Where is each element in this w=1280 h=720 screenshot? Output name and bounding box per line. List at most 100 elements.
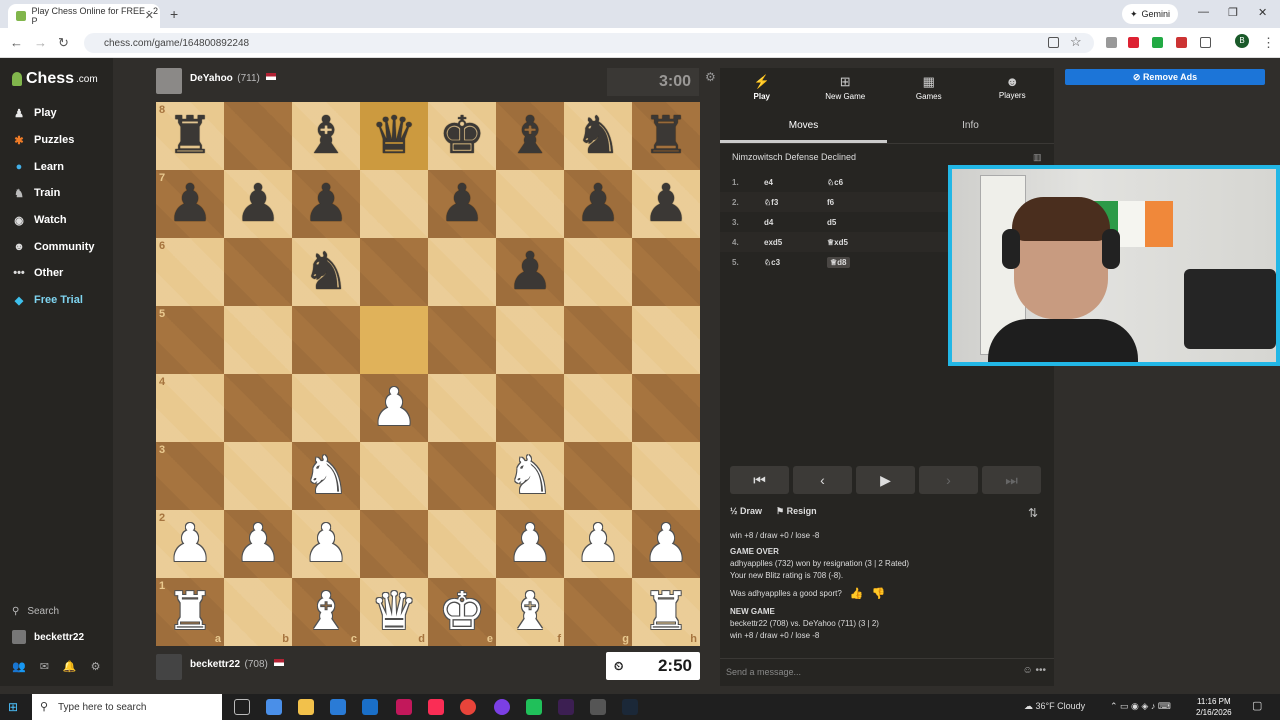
draw-button[interactable]: ½ Draw xyxy=(730,506,762,517)
white-move[interactable]: ♘f3 xyxy=(764,198,827,207)
app-icon[interactable] xyxy=(590,699,606,715)
square-a7[interactable]: 7 ♟ xyxy=(156,170,224,238)
square-f5[interactable] xyxy=(496,306,564,374)
square-d8[interactable]: ♛ xyxy=(360,102,428,170)
black-pawn-piece[interactable]: ♟ xyxy=(167,178,214,230)
square-f8[interactable]: ♝ xyxy=(496,102,564,170)
taskbar-search[interactable]: ⚲ Type here to search xyxy=(32,694,222,720)
top-player-name[interactable]: DeYahoo xyxy=(190,73,233,84)
square-g5[interactable] xyxy=(564,306,632,374)
square-f3[interactable]: ♞ xyxy=(496,442,564,510)
gemini-button[interactable]: ✦ Gemini xyxy=(1122,4,1179,24)
square-g1[interactable]: g xyxy=(564,578,632,646)
square-a5[interactable]: 5 xyxy=(156,306,224,374)
square-f7[interactable] xyxy=(496,170,564,238)
black-move[interactable]: f6 xyxy=(827,198,834,207)
white-queen-piece[interactable]: ♛ xyxy=(371,586,418,638)
square-a6[interactable]: 6 xyxy=(156,238,224,306)
notifications-icon[interactable]: ▢ xyxy=(1252,699,1262,712)
square-a3[interactable]: 3 xyxy=(156,442,224,510)
black-pawn-piece[interactable]: ♟ xyxy=(575,178,622,230)
white-pawn-piece[interactable]: ♟ xyxy=(167,518,214,570)
square-g6[interactable] xyxy=(564,238,632,306)
browser-menu-icon[interactable]: ⋮ xyxy=(1262,35,1275,51)
music-icon[interactable] xyxy=(428,699,444,715)
black-bishop-piece[interactable]: ♝ xyxy=(507,110,554,162)
white-pawn-piece[interactable]: ♟ xyxy=(371,382,418,434)
play-button[interactable]: ▶ xyxy=(856,466,915,494)
chat-input[interactable]: Send a message... ☺ ••• xyxy=(720,658,1054,684)
white-knight-piece[interactable]: ♞ xyxy=(303,450,350,502)
task-view-icon[interactable] xyxy=(234,699,250,715)
square-b2[interactable]: ♟ xyxy=(224,510,292,578)
mail-icon[interactable]: ✉ xyxy=(40,660,49,673)
square-b6[interactable] xyxy=(224,238,292,306)
url-field[interactable]: chess.com/game/164800892248 xyxy=(84,33,1094,53)
square-b7[interactable]: ♟ xyxy=(224,170,292,238)
square-e2[interactable] xyxy=(428,510,496,578)
nzxt-icon[interactable] xyxy=(396,699,412,715)
square-e7[interactable]: ♟ xyxy=(428,170,496,238)
sidebar-item-free-trial[interactable]: ◆ Free Trial xyxy=(12,291,83,309)
square-c1[interactable]: c ♝ xyxy=(292,578,360,646)
square-e8[interactable]: ♚ xyxy=(428,102,496,170)
square-b5[interactable] xyxy=(224,306,292,374)
avatar[interactable] xyxy=(156,68,182,94)
white-knight-piece[interactable]: ♞ xyxy=(507,450,554,502)
square-a1[interactable]: 1 a ♜ xyxy=(156,578,224,646)
extension-icon[interactable] xyxy=(1176,37,1187,48)
square-g7[interactable]: ♟ xyxy=(564,170,632,238)
system-tray-icons[interactable]: ⌃ ▭ ◉ ◈ ♪ ⌨ xyxy=(1110,701,1171,712)
sidebar-search[interactable]: ⚲ Search xyxy=(12,606,59,617)
black-knight-piece[interactable]: ♞ xyxy=(303,246,350,298)
square-b1[interactable]: b xyxy=(224,578,292,646)
sidebar-item-community[interactable]: ☻ Community xyxy=(12,238,94,256)
white-rook-piece[interactable]: ♜ xyxy=(643,586,690,638)
square-d3[interactable] xyxy=(360,442,428,510)
square-c2[interactable]: ♟ xyxy=(292,510,360,578)
bottom-player-name[interactable]: beckettr22 xyxy=(190,659,240,670)
square-b4[interactable] xyxy=(224,374,292,442)
square-d6[interactable] xyxy=(360,238,428,306)
square-f6[interactable]: ♟ xyxy=(496,238,564,306)
outlook-icon[interactable] xyxy=(362,699,378,715)
square-h3[interactable] xyxy=(632,442,700,510)
reload-icon[interactable]: ↻ xyxy=(58,35,69,51)
black-pawn-piece[interactable]: ♟ xyxy=(235,178,282,230)
square-d2[interactable] xyxy=(360,510,428,578)
close-tab-icon[interactable]: ✕ xyxy=(145,9,154,22)
black-bishop-piece[interactable]: ♝ xyxy=(303,110,350,162)
last-move-button[interactable]: ⏭ xyxy=(982,466,1041,494)
windows-start-icon[interactable]: ⊞ xyxy=(8,700,18,714)
minimize-icon[interactable]: — xyxy=(1198,6,1209,18)
back-icon[interactable]: ← xyxy=(10,35,23,50)
white-move[interactable]: exd5 xyxy=(764,238,827,247)
square-d4[interactable]: ♟ xyxy=(360,374,428,442)
book-icon[interactable]: ▥ xyxy=(1033,152,1042,163)
white-bishop-piece[interactable]: ♝ xyxy=(303,586,350,638)
emoji-icon[interactable]: ☺ xyxy=(1022,665,1032,676)
white-pawn-piece[interactable]: ♟ xyxy=(303,518,350,570)
square-h6[interactable] xyxy=(632,238,700,306)
square-c3[interactable]: ♞ xyxy=(292,442,360,510)
thumbs-down-icon[interactable]: 👎 xyxy=(871,588,885,600)
sidebar-item-watch[interactable]: ◉ Watch xyxy=(12,211,66,229)
square-b3[interactable] xyxy=(224,442,292,510)
square-h8[interactable]: ♜ xyxy=(632,102,700,170)
steam-icon[interactable] xyxy=(622,699,638,715)
black-pawn-piece[interactable]: ♟ xyxy=(303,178,350,230)
square-c5[interactable] xyxy=(292,306,360,374)
white-pawn-piece[interactable]: ♟ xyxy=(643,518,690,570)
square-d7[interactable] xyxy=(360,170,428,238)
square-h2[interactable]: ♟ xyxy=(632,510,700,578)
square-c6[interactable]: ♞ xyxy=(292,238,360,306)
resign-button[interactable]: ⚑ Resign xyxy=(776,506,817,517)
white-bishop-piece[interactable]: ♝ xyxy=(507,586,554,638)
square-d5[interactable] xyxy=(360,306,428,374)
store-icon[interactable] xyxy=(330,699,346,715)
bell-icon[interactable]: 🔔 xyxy=(63,660,77,673)
square-e3[interactable] xyxy=(428,442,496,510)
tab-info[interactable]: Info xyxy=(887,114,1054,143)
square-a4[interactable]: 4 xyxy=(156,374,224,442)
square-a8[interactable]: 8 ♜ xyxy=(156,102,224,170)
